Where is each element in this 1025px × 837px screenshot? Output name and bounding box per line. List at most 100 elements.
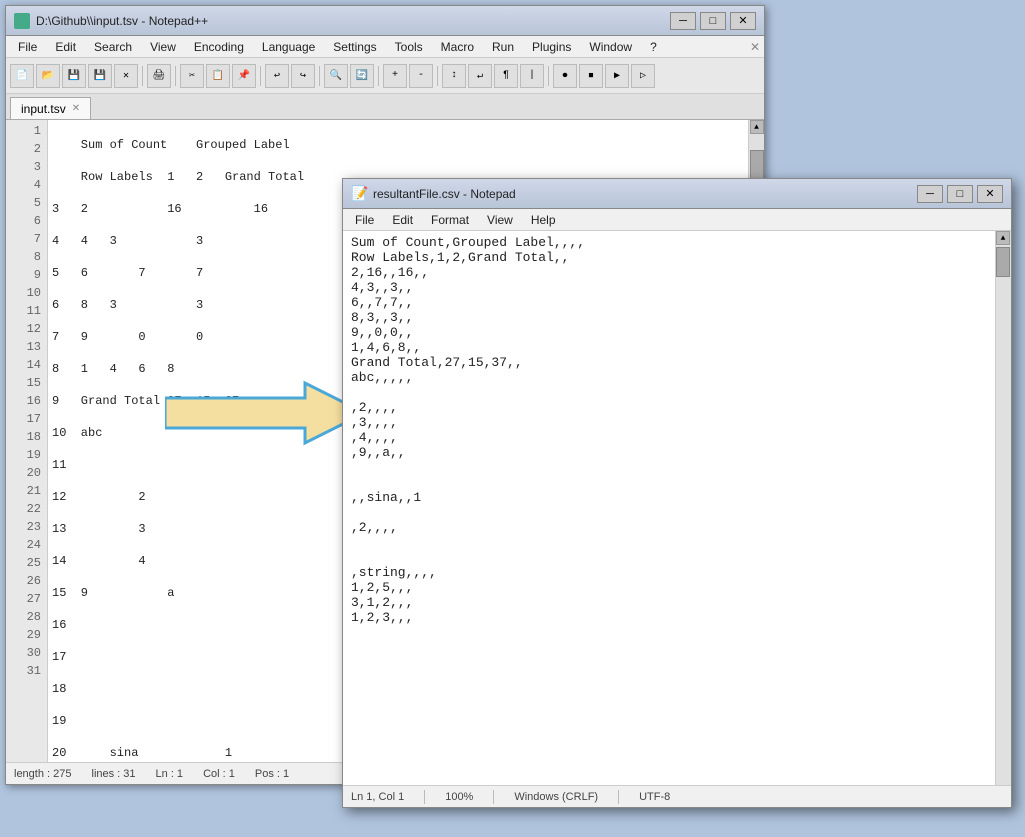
menu-macro[interactable]: Macro	[433, 38, 482, 56]
toolbar-sep2	[175, 66, 176, 86]
toolbar-macro-play[interactable]: ▶	[605, 64, 629, 88]
np-maximize-button[interactable]: □	[947, 185, 973, 203]
npp-menubar: File Edit Search View Encoding Language …	[6, 36, 764, 58]
np-menu-help[interactable]: Help	[523, 211, 564, 229]
toolbar-cut[interactable]: ✂	[180, 64, 204, 88]
status-ln: Ln : 1	[156, 768, 184, 780]
np-menu-edit[interactable]: Edit	[384, 211, 421, 229]
line-num-3: 3	[6, 158, 47, 176]
npp-minimize-button[interactable]: ─	[670, 12, 696, 30]
np-sep3	[618, 790, 619, 804]
status-lines: lines : 31	[92, 768, 136, 780]
toolbar-zoom-out[interactable]: -	[409, 64, 433, 88]
toolbar-save[interactable]: 💾	[62, 64, 86, 88]
menu-language[interactable]: Language	[254, 38, 323, 56]
np-menu-format[interactable]: Format	[423, 211, 477, 229]
toolbar-macro-stop[interactable]: ⏹	[579, 64, 603, 88]
np-scroll-thumb[interactable]	[996, 247, 1010, 277]
np-scroll-up-btn[interactable]: ▲	[996, 231, 1010, 245]
line-num-15: 15	[6, 374, 47, 392]
line-num-8: 8	[6, 248, 47, 266]
npp-titlebar: D:\Github\\input.tsv - Notepad++ ─ □ ✕	[6, 6, 764, 36]
menu-edit[interactable]: Edit	[47, 38, 84, 56]
np-title: resultantFile.csv - Notepad	[373, 187, 917, 201]
toolbar-paste[interactable]: 📌	[232, 64, 256, 88]
npp-close-button[interactable]: ✕	[730, 12, 756, 30]
notepad-window: 📝 resultantFile.csv - Notepad ─ □ ✕ File…	[342, 178, 1012, 808]
menu-window[interactable]: Window	[581, 38, 640, 56]
line-num-29: 29	[6, 626, 47, 644]
line-num-26: 26	[6, 572, 47, 590]
toolbar-undo[interactable]: ↩	[265, 64, 289, 88]
toolbar-sep1	[142, 66, 143, 86]
line-num-1: 1	[6, 122, 47, 140]
toolbar-macro-rec[interactable]: ⏺	[553, 64, 577, 88]
menu-search[interactable]: Search	[86, 38, 140, 56]
npp-maximize-button[interactable]: □	[700, 12, 726, 30]
np-close-button[interactable]: ✕	[977, 185, 1003, 203]
np-titlebar: 📝 resultantFile.csv - Notepad ─ □ ✕	[343, 179, 1011, 209]
line-num-22: 22	[6, 500, 47, 518]
direction-arrow	[165, 378, 365, 448]
toolbar-replace[interactable]: 🔄	[350, 64, 374, 88]
toolbar-all-chars[interactable]: ¶	[494, 64, 518, 88]
menu-encoding[interactable]: Encoding	[186, 38, 252, 56]
toolbar-print[interactable]: 🖨	[147, 64, 171, 88]
toolbar-close[interactable]: ✕	[114, 64, 138, 88]
np-status-encoding: UTF-8	[639, 791, 670, 803]
menu-view[interactable]: View	[142, 38, 184, 56]
np-editor[interactable]: Sum of Count,Grouped Label,,,, Row Label…	[343, 231, 995, 785]
toolbar-find[interactable]: 🔍	[324, 64, 348, 88]
editor-line-1: Sum of Count Grouped Label	[52, 136, 744, 154]
tab-close-icon[interactable]: ✕	[72, 103, 80, 114]
np-menu-view[interactable]: View	[479, 211, 521, 229]
line-num-5: 5	[6, 194, 47, 212]
toolbar-sync-scroll[interactable]: ↕	[442, 64, 466, 88]
line-num-28: 28	[6, 608, 47, 626]
toolbar-new[interactable]: 📄	[10, 64, 34, 88]
menu-help[interactable]: ?	[642, 38, 665, 56]
np-menu-file[interactable]: File	[347, 211, 382, 229]
toolbar-sep5	[378, 66, 379, 86]
np-scrollbar-v[interactable]: ▲	[995, 231, 1011, 785]
np-win-controls: ─ □ ✕	[917, 185, 1003, 203]
menu-file[interactable]: File	[10, 38, 45, 56]
line-num-25: 25	[6, 554, 47, 572]
line-num-27: 27	[6, 590, 47, 608]
npp-icon	[14, 13, 30, 29]
line-num-11: 11	[6, 302, 47, 320]
scroll-up-btn[interactable]: ▲	[750, 120, 764, 134]
npp-tabs: input.tsv ✕	[6, 94, 764, 120]
toolbar-sep3	[260, 66, 261, 86]
line-num-24: 24	[6, 536, 47, 554]
toolbar-zoom-in[interactable]: +	[383, 64, 407, 88]
toolbar-sep4	[319, 66, 320, 86]
np-minimize-button[interactable]: ─	[917, 185, 943, 203]
toolbar-open[interactable]: 📂	[36, 64, 60, 88]
menu-run[interactable]: Run	[484, 38, 522, 56]
line-num-2: 2	[6, 140, 47, 158]
toolbar-run-macro[interactable]: ▷	[631, 64, 655, 88]
menu-tools[interactable]: Tools	[387, 38, 431, 56]
toolbar-indent-guide[interactable]: |	[520, 64, 544, 88]
tab-label: input.tsv	[21, 102, 66, 116]
line-num-21: 21	[6, 482, 47, 500]
npp-title: D:\Github\\input.tsv - Notepad++	[36, 14, 670, 28]
np-status-zoom: 100%	[445, 791, 473, 803]
np-status-ln-col: Ln 1, Col 1	[351, 791, 404, 803]
toolbar-redo[interactable]: ↪	[291, 64, 315, 88]
line-num-17: 17	[6, 410, 47, 428]
toolbar-sep7	[548, 66, 549, 86]
toolbar-save-all[interactable]: 💾	[88, 64, 112, 88]
status-col: Col : 1	[203, 768, 235, 780]
tab-input-tsv[interactable]: input.tsv ✕	[10, 97, 91, 119]
menu-settings[interactable]: Settings	[325, 38, 384, 56]
line-num-12: 12	[6, 320, 47, 338]
toolbar-word-wrap[interactable]: ↵	[468, 64, 492, 88]
toolbar-copy[interactable]: 📋	[206, 64, 230, 88]
menu-overflow[interactable]: ✕	[750, 40, 760, 54]
line-num-13: 13	[6, 338, 47, 356]
np-sep2	[493, 790, 494, 804]
menu-plugins[interactable]: Plugins	[524, 38, 579, 56]
np-status-line-ending: Windows (CRLF)	[514, 791, 598, 803]
